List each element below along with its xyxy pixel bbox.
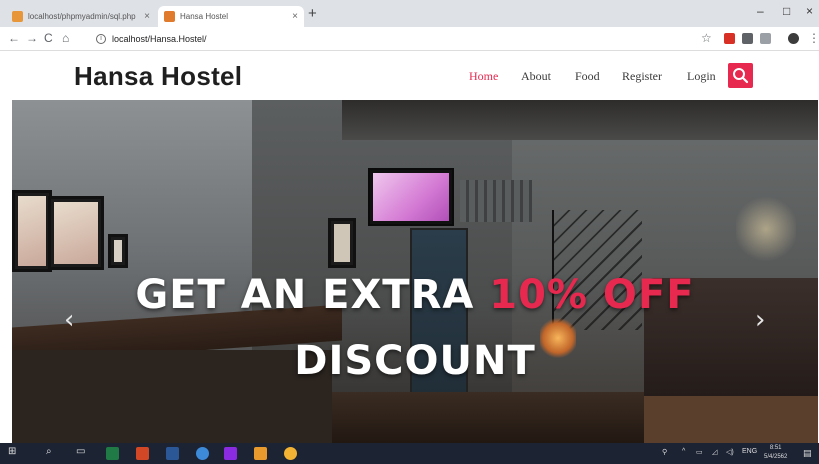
new-tab-button[interactable]: + [308,5,317,22]
excel-icon[interactable] [106,447,119,460]
tab-close-icon[interactable]: × [292,11,298,22]
chrome-icon[interactable] [196,447,209,460]
nav-about[interactable]: About [521,69,551,84]
search-icon [733,68,749,84]
extension-icon[interactable] [760,33,771,44]
nav-login[interactable]: Login [687,69,716,84]
search-button[interactable] [728,63,753,88]
profile-avatar[interactable] [788,33,799,44]
reload-button[interactable]: C [44,31,53,45]
minimize-button[interactable]: – [757,4,764,18]
tab-close-icon[interactable]: × [144,11,150,22]
nav-food[interactable]: Food [575,69,600,84]
windows-start-icon[interactable]: ⊞ [8,446,16,457]
tab-title: localhost/phpmyadmin/sql.php [28,12,136,21]
home-button[interactable]: ⌂ [62,31,69,45]
browser-tab-strip: localhost/phpmyadmin/sql.php × Hansa Hos… [0,0,819,27]
tab-hansa-hostel[interactable]: Hansa Hostel × [158,6,304,27]
screen: localhost/phpmyadmin/sql.php × Hansa Hos… [0,0,819,464]
chrome-active-icon[interactable] [284,447,297,460]
maximize-button[interactable]: □ [783,4,790,18]
people-icon[interactable]: ⚲ [662,448,667,456]
headline-accent-text: 10% OFF [489,272,695,318]
clock-date: 5/4/2562 [764,454,788,460]
hansa-favicon-icon [164,11,175,22]
browser-menu-icon[interactable]: ⋮ [808,31,819,45]
volume-icon[interactable]: ◁) [726,448,734,456]
site-info-icon[interactable]: i [96,34,106,44]
tab-phpmyadmin[interactable]: localhost/phpmyadmin/sql.php × [6,6,156,27]
bookmark-star-icon[interactable]: ☆ [701,31,712,45]
tab-title: Hansa Hostel [180,12,229,21]
back-button[interactable]: ← [8,31,20,45]
hero-headline-line2: DISCOUNT [294,338,536,384]
app-icon[interactable] [224,447,237,460]
task-view-icon[interactable]: ▭ [76,446,85,457]
hero-headline-line1: GET AN EXTRA 10% OFF [12,272,818,318]
app-icon[interactable] [254,447,267,460]
url-text: localhost/Hansa.Hostel/ [112,34,207,44]
powerpoint-icon[interactable] [136,447,149,460]
site-header: Hansa Hostel Home About Food Register Lo… [0,51,819,100]
address-bar-row: ← → C ⌂ i localhost/Hansa.Hostel/ ☆ ⋮ [0,27,819,51]
windows-taskbar: ⊞ ⌕ ▭ ⚲ ^ ▭ ◿ ◁) ENG 8:51 5/4/2562 ▤ [0,443,819,464]
nav-register[interactable]: Register [622,69,662,84]
site-logo[interactable]: Hansa Hostel [74,61,242,92]
network-icon[interactable]: ◿ [712,448,717,456]
language-indicator[interactable]: ENG [742,448,757,455]
tray-overflow-icon[interactable]: ^ [682,448,685,455]
notification-icon[interactable]: ▤ [803,448,812,459]
headline-text: GET AN EXTRA [135,272,475,318]
nav-home[interactable]: Home [469,69,498,84]
search-icon[interactable]: ⌕ [46,446,52,457]
url-field[interactable]: i localhost/Hansa.Hostel/ [96,30,676,48]
forward-button[interactable]: → [26,31,38,45]
hero-carousel: ‹ › GET AN EXTRA 10% OFF DISCOUNT [12,100,818,443]
extension-icon[interactable] [724,33,735,44]
extension-icon[interactable] [742,33,753,44]
clock-time: 8:51 [769,445,782,451]
close-window-button[interactable]: × [806,4,813,18]
battery-icon[interactable]: ▭ [696,448,703,456]
clock[interactable]: 8:51 5/4/2562 [764,444,787,462]
phpmyadmin-favicon-icon [12,11,23,22]
word-icon[interactable] [166,447,179,460]
